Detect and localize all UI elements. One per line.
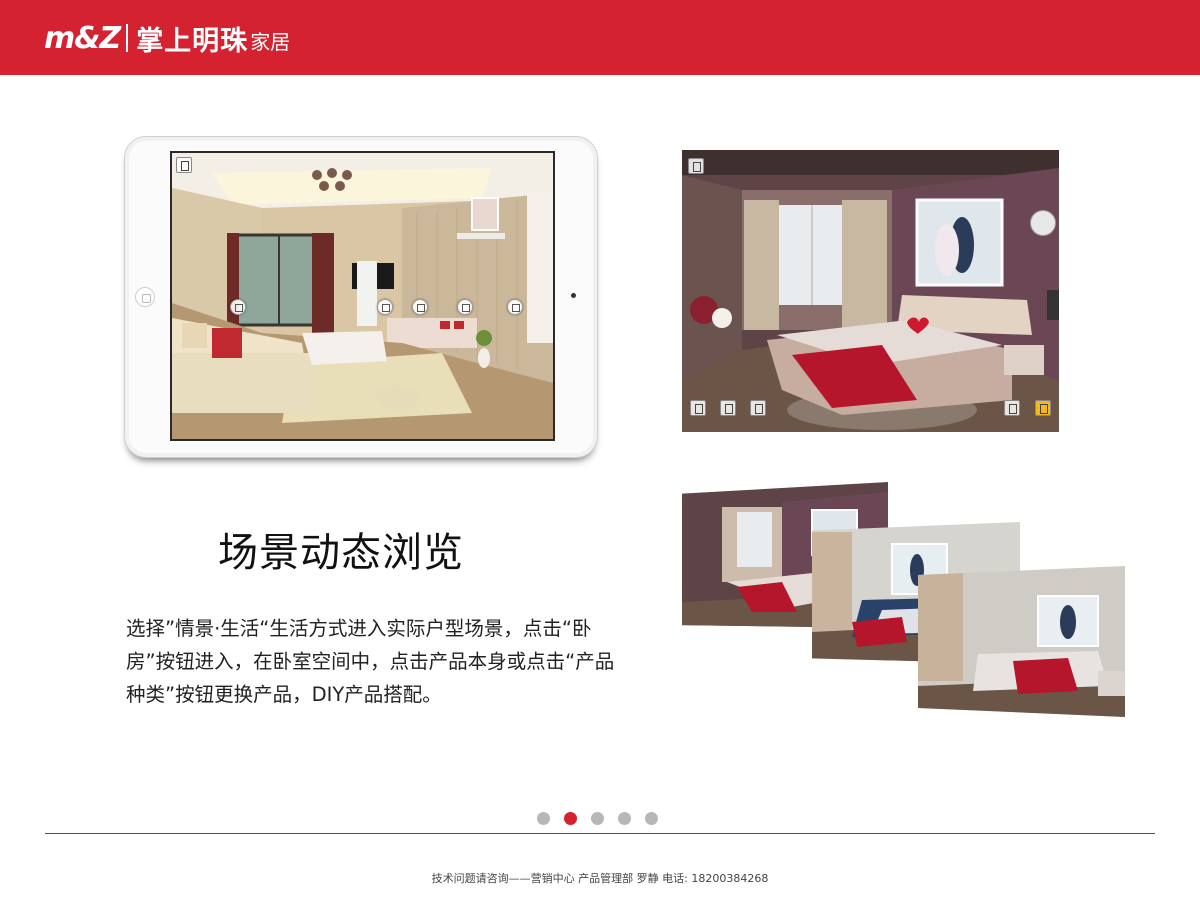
brand-mark: m&Z (44, 20, 121, 56)
logo-separator (126, 24, 129, 52)
thumbnail-image (918, 566, 1125, 717)
info-icon[interactable] (1004, 400, 1020, 416)
living-room-image (172, 153, 553, 439)
compass-icon[interactable] (1030, 210, 1056, 236)
menu-icon[interactable] (1047, 290, 1059, 320)
cart-icon[interactable] (1035, 400, 1051, 416)
product-hotspot-icon[interactable] (230, 299, 246, 315)
tablet-device (124, 136, 598, 458)
tablet-home-button (135, 287, 155, 307)
brand-name: 掌上明珠 (136, 25, 249, 57)
bedroom-scene[interactable] (682, 150, 1059, 432)
exit-icon[interactable] (176, 157, 192, 173)
exit-icon[interactable] (688, 158, 704, 174)
footer-divider (45, 833, 1155, 834)
tablet-camera (571, 293, 576, 298)
page-dot[interactable] (618, 812, 631, 825)
brand-logo[interactable]: m&Z 掌上明珠 家居 (44, 20, 291, 57)
layers-icon[interactable] (750, 400, 766, 416)
page-dot[interactable] (645, 812, 658, 825)
bedroom-image (682, 150, 1059, 432)
product-hotspot-icon[interactable] (412, 299, 428, 315)
product-hotspot-icon[interactable] (457, 299, 473, 315)
brand-suffix: 家居 (250, 29, 291, 54)
living-room-scene[interactable] (170, 151, 555, 441)
section-title: 场景动态浏览 (218, 530, 464, 576)
product-hotspot-icon[interactable] (507, 299, 523, 315)
section-description: 选择”情景·生活“生活方式进入实际户型场景，点击“卧房”按钮进入，在卧室空间中，… (126, 617, 615, 706)
page-dot[interactable] (537, 812, 550, 825)
footer-contact: 技术问题请咨询——营销中心 产品管理部 罗静 电话: 18200384268 (431, 872, 769, 885)
product-hotspot-icon[interactable] (377, 299, 393, 315)
page-dot[interactable] (591, 812, 604, 825)
help-icon[interactable] (690, 400, 706, 416)
page-dot-active[interactable] (564, 812, 577, 825)
home-icon[interactable] (720, 400, 736, 416)
scene-thumbnail[interactable] (918, 566, 1125, 717)
header-bar: m&Z 掌上明珠 家居 (0, 0, 1200, 75)
pagination (537, 812, 658, 825)
